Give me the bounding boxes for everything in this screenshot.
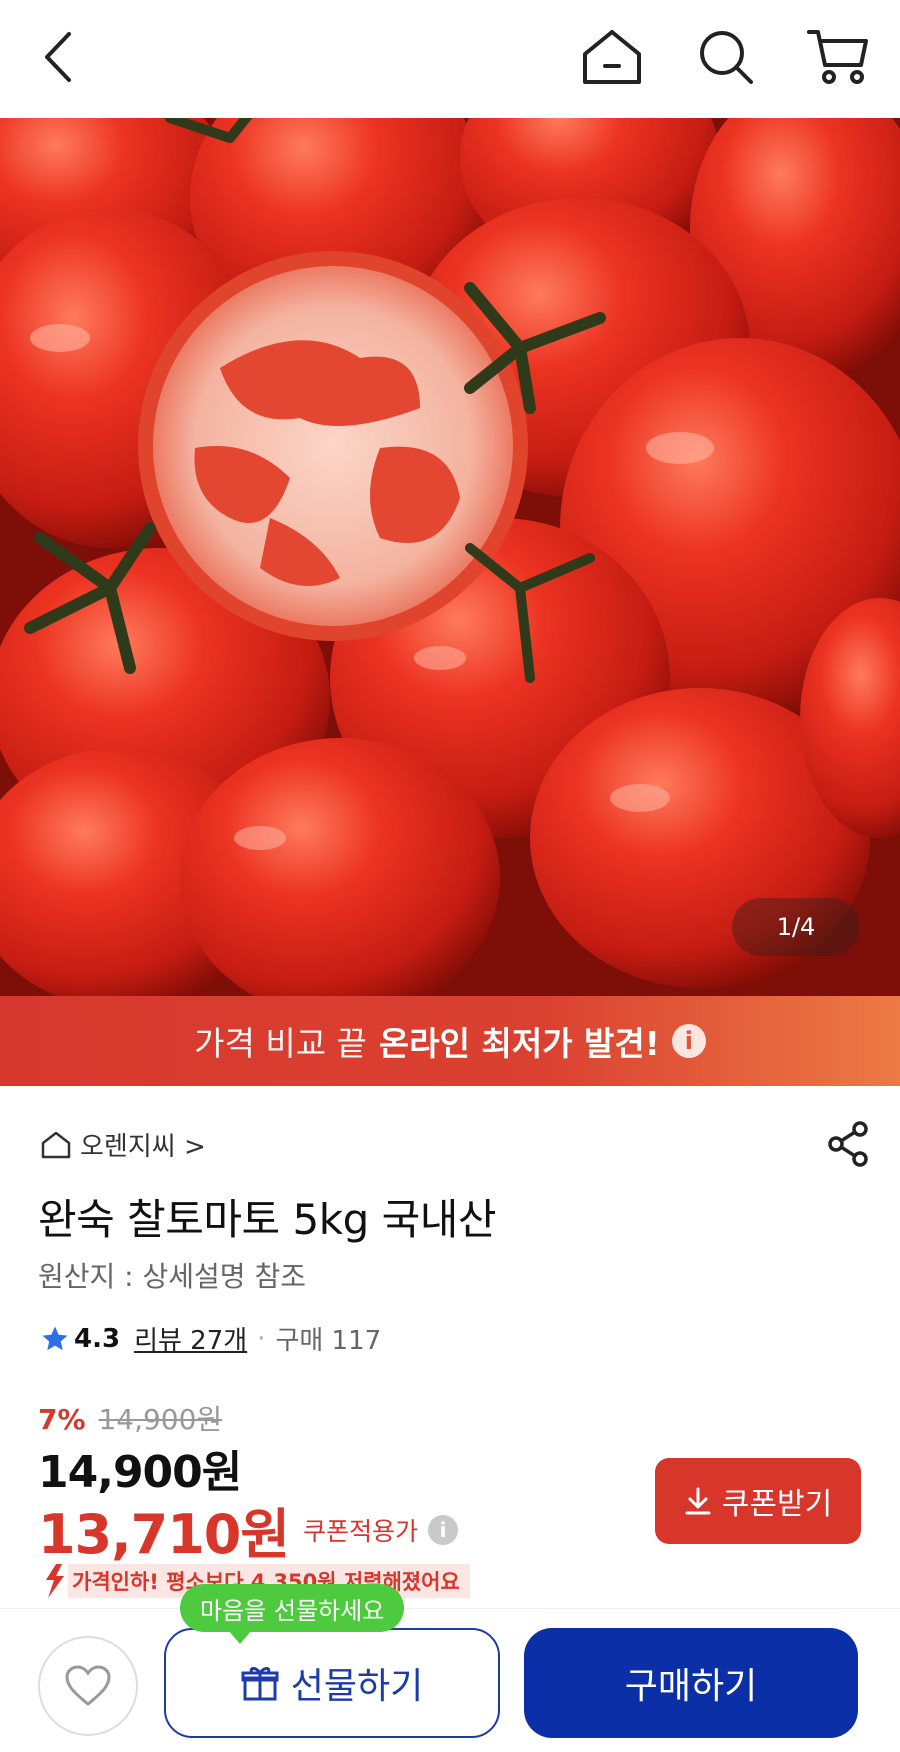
purchase-count: 구매 117 xyxy=(275,1326,382,1356)
info-icon[interactable]: i xyxy=(428,1514,459,1545)
share-icon xyxy=(828,1121,868,1167)
info-icon[interactable]: i xyxy=(671,1024,706,1058)
gift-tooltip: 마음을 선물하세요 xyxy=(180,1584,405,1644)
coupon-price-label: 쿠폰적용가 xyxy=(303,1516,419,1546)
gallery-pager: 1/4 xyxy=(732,898,860,956)
lowest-price-banner[interactable]: 가격 비교 끝 온라인 최저가 발견! i xyxy=(0,996,900,1086)
home-icon xyxy=(583,30,641,84)
home-button[interactable] xyxy=(576,22,648,92)
reviews-link[interactable]: 리뷰 27개 xyxy=(134,1320,247,1357)
share-button[interactable] xyxy=(826,1120,870,1172)
banner-lead-text: 가격 비교 끝 xyxy=(194,1024,367,1063)
search-button[interactable] xyxy=(690,22,762,92)
seller-link[interactable]: 오렌지씨 > xyxy=(40,1126,206,1163)
wishlist-button[interactable] xyxy=(38,1636,138,1736)
chevron-left-icon xyxy=(45,32,71,82)
gift-icon xyxy=(241,1667,279,1701)
rating-score: 4.3 xyxy=(74,1323,121,1354)
buy-button[interactable]: 구매하기 xyxy=(524,1628,858,1738)
back-button[interactable] xyxy=(30,22,86,92)
original-price: 14,900원 xyxy=(98,1403,223,1436)
store-icon xyxy=(41,1131,71,1158)
product-title: 완숙 찰토마토 5kg 국내산 xyxy=(38,1195,497,1244)
download-icon xyxy=(685,1487,711,1515)
seller-name: 오렌지씨 > xyxy=(80,1132,206,1162)
gift-button[interactable]: 선물하기 xyxy=(164,1628,500,1738)
get-coupon-label: 쿠폰받기 xyxy=(721,1487,833,1522)
coupon-price: 13,710원 xyxy=(38,1503,290,1566)
cart-icon xyxy=(807,30,868,84)
product-origin: 원산지 : 상세설명 참조 xyxy=(38,1260,306,1293)
get-coupon-button[interactable]: 쿠폰받기 xyxy=(655,1458,861,1544)
gift-button-label: 선물하기 xyxy=(290,1666,424,1707)
product-image-gallery[interactable]: 1/4 xyxy=(0,118,900,996)
search-icon xyxy=(700,31,753,84)
heart-icon xyxy=(65,1665,111,1706)
down-arrow-icon xyxy=(46,1564,64,1598)
rating-row: 4.3 리뷰 27개 · 구매 117 xyxy=(40,1320,381,1357)
discount-row: 7% 14,900원 xyxy=(38,1398,222,1438)
banner-highlight-text: 온라인 최저가 발견! xyxy=(378,1024,660,1063)
star-icon xyxy=(42,1326,68,1350)
top-bar xyxy=(0,0,900,118)
discount-percent: 7% xyxy=(38,1403,86,1436)
tomatoes-photo xyxy=(0,118,900,996)
cart-button[interactable] xyxy=(800,22,876,92)
coupon-price-row: 13,710원 쿠폰적용가 i xyxy=(38,1490,459,1569)
separator-dot: · xyxy=(257,1323,266,1354)
